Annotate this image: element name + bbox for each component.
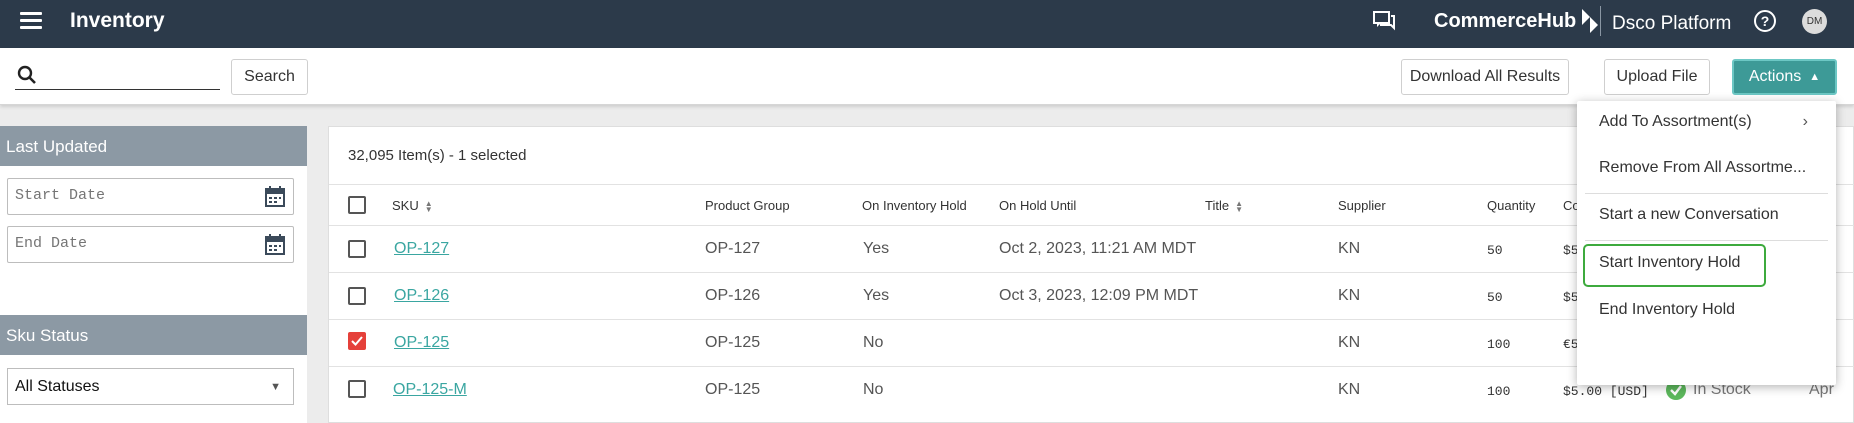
hamburger-menu-icon[interactable] <box>20 12 42 30</box>
page-title: Inventory <box>70 9 165 32</box>
hold-until-cell: Oct 2, 2023, 11:21 AM MDT <box>999 240 1197 257</box>
column-header-supplier[interactable]: Supplier <box>1338 198 1386 213</box>
search-field <box>15 62 220 90</box>
help-icon[interactable]: ? <box>1754 10 1776 32</box>
commercehub-logo: CommerceHub <box>1434 8 1600 34</box>
search-icon <box>17 65 36 84</box>
toolbar: Search Download All Results Upload File … <box>0 48 1854 105</box>
menu-item-start-inventory-hold[interactable]: Start Inventory Hold <box>1577 242 1836 286</box>
checkmark-icon <box>351 336 363 346</box>
menu-item-remove-from-all-assortments[interactable]: Remove From All Assortme... <box>1577 147 1836 191</box>
column-header-product-group[interactable]: Product Group <box>705 198 790 213</box>
supplier-cell: KN <box>1338 334 1361 351</box>
last-updated-panel <box>0 166 307 315</box>
calendar-icon[interactable] <box>265 186 285 207</box>
cost-cell: $5.00 [USD] <box>1563 384 1649 399</box>
column-header-sku[interactable]: SKU ▲ ▼ <box>392 198 433 213</box>
sku-link[interactable]: OP-127 <box>394 240 449 258</box>
row-checkbox[interactable] <box>348 240 366 258</box>
sku-status-select[interactable]: All Statuses ▼ <box>7 368 294 405</box>
supplier-cell: KN <box>1338 381 1361 398</box>
sort-icon[interactable]: ▲ ▼ <box>425 199 433 213</box>
last-updated-header[interactable]: Last Updated <box>0 126 307 166</box>
row-checkbox[interactable] <box>348 380 366 398</box>
platform-name: Dsco Platform <box>1612 13 1732 34</box>
quantity-cell: 100 <box>1487 384 1511 399</box>
supplier-cell: KN <box>1338 287 1361 304</box>
row-checkbox[interactable] <box>348 287 366 305</box>
quantity-cell: 100 <box>1487 337 1511 352</box>
chevron-right-icon: › <box>1802 113 1808 130</box>
on-hold-cell: No <box>863 334 884 351</box>
column-header-title[interactable]: Title ▲ ▼ <box>1205 198 1243 213</box>
actions-button[interactable]: Actions ▲ <box>1732 59 1837 95</box>
sku-link[interactable]: OP-125-M <box>393 381 467 399</box>
user-avatar[interactable]: DM <box>1802 9 1827 34</box>
brand-mark-icon <box>1582 9 1599 33</box>
actions-dropdown-menu: Add To Assortment(s) › Remove From All A… <box>1577 101 1836 385</box>
chevron-up-icon: ▲ <box>1809 71 1821 83</box>
divider <box>1600 6 1601 36</box>
end-date-field[interactable] <box>7 226 294 263</box>
sku-link[interactable]: OP-126 <box>394 287 449 305</box>
quantity-cell: 50 <box>1487 290 1503 305</box>
top-navigation-bar: Inventory CommerceHub Dsco Platform ? DM <box>0 0 1854 48</box>
column-header-quantity[interactable]: Quantity <box>1487 198 1535 213</box>
product-group-cell: OP-125 <box>705 334 761 351</box>
sku-status-value: All Statuses <box>15 378 100 395</box>
start-date-input[interactable] <box>15 187 245 204</box>
sku-link[interactable]: OP-125 <box>394 334 449 352</box>
upload-file-button[interactable]: Upload File <box>1604 59 1710 95</box>
column-header-on-inventory-hold[interactable]: On Inventory Hold <box>862 198 967 213</box>
actions-label: Actions <box>1748 68 1802 85</box>
select-all-checkbox[interactable] <box>348 196 366 214</box>
start-date-field[interactable] <box>7 178 294 215</box>
divider <box>1585 240 1828 241</box>
hold-until-cell: Oct 3, 2023, 12:09 PM MDT <box>999 287 1199 304</box>
search-input[interactable] <box>45 64 215 88</box>
results-count: 32,095 Item(s) - 1 selected <box>348 147 527 164</box>
on-hold-cell: No <box>863 381 884 398</box>
calendar-icon[interactable] <box>265 234 285 255</box>
product-group-cell: OP-127 <box>705 240 761 257</box>
menu-item-start-conversation[interactable]: Start a new Conversation <box>1577 194 1836 238</box>
on-hold-cell: Yes <box>863 287 890 304</box>
product-group-cell: OP-125 <box>705 381 761 398</box>
product-group-cell: OP-126 <box>705 287 761 304</box>
brand-name: CommerceHub <box>1434 9 1577 32</box>
menu-item-add-to-assortments[interactable]: Add To Assortment(s) › <box>1577 101 1836 145</box>
row-checkbox-checked[interactable] <box>348 332 366 350</box>
search-button[interactable]: Search <box>231 59 308 95</box>
quantity-cell: 50 <box>1487 243 1503 258</box>
supplier-cell: KN <box>1338 240 1361 257</box>
menu-item-end-inventory-hold[interactable]: End Inventory Hold <box>1577 289 1836 333</box>
on-hold-cell: Yes <box>863 240 890 257</box>
download-all-results-button[interactable]: Download All Results <box>1401 59 1569 95</box>
sort-icon[interactable]: ▲ ▼ <box>1235 199 1243 213</box>
caret-down-icon: ▼ <box>270 381 281 393</box>
chat-icon[interactable] <box>1372 10 1396 32</box>
column-header-on-hold-until[interactable]: On Hold Until <box>999 198 1076 213</box>
sku-status-header[interactable]: Sku Status <box>0 315 307 355</box>
end-date-input[interactable] <box>15 235 245 252</box>
